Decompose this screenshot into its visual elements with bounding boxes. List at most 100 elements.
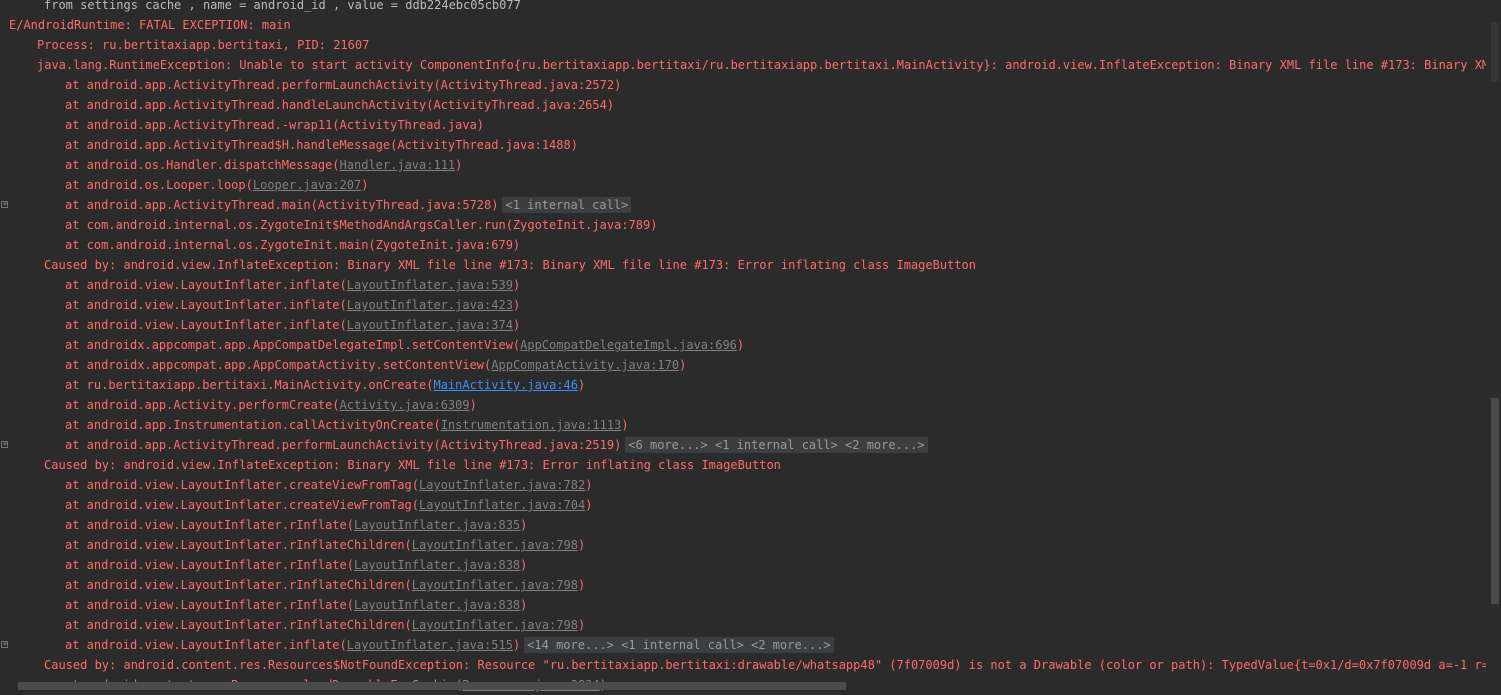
log-text: at com.android.internal.os.ZygoteInit.ma… — [65, 238, 521, 252]
log-text: at android.app.ActivityThread.main(Activ… — [65, 198, 499, 212]
expand-icon[interactable]: + — [1, 641, 8, 648]
horizontal-scrollbar-thumb[interactable] — [18, 682, 846, 690]
source-link[interactable]: AppCompatActivity.java:170 — [491, 358, 679, 372]
folded-frames-badge[interactable]: <14 more...> <1 internal call> <2 more..… — [524, 637, 834, 653]
log-text: at ru.bertitaxiapp.bertitaxi.MainActivit… — [65, 378, 434, 392]
log-line: java.lang.RuntimeException: Unable to st… — [0, 55, 1486, 75]
log-line-text: at android.view.LayoutInflater.inflate(L… — [65, 635, 834, 655]
source-link[interactable]: Handler.java:111 — [340, 158, 456, 172]
log-line: at android.app.Activity.performCreate(Ac… — [0, 395, 1486, 415]
log-text: ) — [361, 178, 369, 192]
log-text: at android.view.LayoutInflater.inflate( — [65, 278, 347, 292]
source-link[interactable]: LayoutInflater.java:374 — [347, 318, 513, 332]
log-line: at android.os.Handler.dispatchMessage(Ha… — [0, 155, 1486, 175]
log-text: at android.app.ActivityThread.performLau… — [65, 438, 622, 452]
log-text: E/AndroidRuntime: FATAL EXCEPTION: main — [9, 18, 291, 32]
source-link[interactable]: LayoutInflater.java:704 — [419, 498, 585, 512]
source-link[interactable]: LayoutInflater.java:798 — [412, 538, 578, 552]
log-line-text: at com.android.internal.os.ZygoteInit$Me… — [65, 215, 657, 235]
vertical-scrollbar-thumb[interactable] — [1491, 398, 1499, 604]
source-link[interactable]: MainActivity.java:46 — [433, 378, 578, 392]
log-text: at android.app.ActivityThread.performLau… — [65, 78, 622, 92]
log-line: at android.view.LayoutInflater.inflate(L… — [0, 275, 1486, 295]
log-line: at android.view.LayoutInflater.inflate(L… — [0, 295, 1486, 315]
log-line: at android.app.ActivityThread.-wrap11(Ac… — [0, 115, 1486, 135]
log-line-text: at android.view.LayoutInflater.createVie… — [65, 475, 592, 495]
log-text: at android.view.LayoutInflater.createVie… — [65, 478, 420, 492]
log-line: at android.view.LayoutInflater.createVie… — [0, 475, 1486, 495]
source-link[interactable]: LayoutInflater.java:515 — [347, 638, 513, 652]
log-line-text: Caused by: android.content.res.Resources… — [44, 655, 1486, 675]
source-link[interactable]: LayoutInflater.java:782 — [419, 478, 585, 492]
source-link[interactable]: LayoutInflater.java:539 — [347, 278, 513, 292]
folded-frames-badge[interactable]: <6 more...> <1 internal call> <2 more...… — [625, 437, 928, 453]
log-line-text: at com.android.internal.os.ZygoteInit.ma… — [65, 235, 520, 255]
log-line: at ru.bertitaxiapp.bertitaxi.MainActivit… — [0, 375, 1486, 395]
log-line-text: at android.view.LayoutInflater.rInflateC… — [65, 615, 585, 635]
logcat-console[interactable]: from settings cache , name = android_id … — [0, 0, 1486, 695]
log-text: at android.app.ActivityThread.handleLaun… — [65, 98, 615, 112]
log-line: at androidx.appcompat.app.AppCompatDeleg… — [0, 335, 1486, 355]
log-text: ) — [585, 478, 593, 492]
source-link[interactable]: AppCompatDelegateImpl.java:696 — [520, 338, 737, 352]
source-link[interactable]: LayoutInflater.java:798 — [412, 578, 578, 592]
log-text: at android.view.LayoutInflater.inflate( — [65, 638, 347, 652]
log-line-text: Process: ru.bertitaxiapp.bertitaxi, PID:… — [37, 35, 369, 55]
log-text: ) — [520, 558, 528, 572]
log-text: ) — [520, 518, 528, 532]
log-text: from settings cache , name = android_id … — [44, 0, 521, 12]
log-text: ) — [577, 618, 586, 632]
log-line-text: at android.app.ActivityThread.main(Activ… — [65, 195, 632, 215]
log-line: at android.app.ActivityThread.handleLaun… — [0, 95, 1486, 115]
log-text: at android.view.LayoutInflater.rInflate( — [65, 598, 354, 612]
source-link[interactable]: Instrumentation.java:1113 — [441, 418, 622, 432]
log-text: at android.view.LayoutInflater.rInflate( — [65, 518, 354, 532]
log-text: at android.os.Handler.dispatchMessage( — [65, 158, 340, 172]
log-line: at android.app.Instrumentation.callActiv… — [0, 415, 1486, 435]
log-text: at android.view.LayoutInflater.inflate( — [65, 318, 347, 332]
log-line: Caused by: android.view.InflateException… — [0, 455, 1486, 475]
log-line: at android.app.ActivityThread.performLau… — [0, 75, 1486, 95]
source-link[interactable]: LayoutInflater.java:835 — [354, 518, 520, 532]
expand-icon[interactable]: + — [1, 441, 8, 448]
source-link[interactable]: LayoutInflater.java:423 — [347, 298, 513, 312]
log-line: Process: ru.bertitaxiapp.bertitaxi, PID:… — [0, 35, 1486, 55]
folded-frames-badge[interactable]: <1 internal call> — [502, 197, 632, 213]
log-line: at com.android.internal.os.ZygoteInit$Me… — [0, 215, 1486, 235]
expand-icon[interactable]: + — [1, 201, 8, 208]
log-line-text: at android.view.LayoutInflater.createVie… — [65, 495, 592, 515]
vertical-scrollbar[interactable] — [1486, 0, 1501, 690]
log-text: ) — [679, 358, 687, 372]
log-text: ) — [469, 398, 477, 412]
source-link[interactable]: Looper.java:207 — [253, 178, 361, 192]
log-line: at android.os.Looper.loop(Looper.java:20… — [0, 175, 1486, 195]
source-link[interactable]: LayoutInflater.java:798 — [412, 618, 578, 632]
log-line-text: at android.view.LayoutInflater.inflate(L… — [65, 295, 520, 315]
log-line: at android.app.ActivityThread$H.handleMe… — [0, 135, 1486, 155]
log-text: ) — [455, 158, 463, 172]
log-line: at android.view.LayoutInflater.rInflate(… — [0, 555, 1486, 575]
log-text: ) — [577, 538, 586, 552]
log-line-text: at android.app.Activity.performCreate(Ac… — [65, 395, 477, 415]
log-line-text: at android.view.LayoutInflater.rInflate(… — [65, 555, 527, 575]
log-line-text: at android.view.LayoutInflater.inflate(L… — [65, 275, 520, 295]
log-line-text: java.lang.RuntimeException: Unable to st… — [37, 55, 1486, 75]
log-line-text: at android.app.ActivityThread.-wrap11(Ac… — [65, 115, 484, 135]
log-text: at android.app.Instrumentation.callActiv… — [65, 418, 441, 432]
source-link[interactable]: LayoutInflater.java:838 — [354, 598, 520, 612]
log-text: at android.view.LayoutInflater.rInflateC… — [65, 538, 412, 552]
log-text: at android.app.Activity.performCreate( — [65, 398, 340, 412]
log-line-text: at ru.bertitaxiapp.bertitaxi.MainActivit… — [65, 375, 585, 395]
log-text: Caused by: android.content.res.Resources… — [44, 658, 1486, 672]
log-line-text: at android.app.ActivityThread.handleLaun… — [65, 95, 614, 115]
log-line: + at android.view.LayoutInflater.inflate(… — [0, 635, 1486, 655]
scrollbar-marker — [1491, 22, 1499, 82]
log-text: Process: ru.bertitaxiapp.bertitaxi, PID:… — [37, 38, 370, 52]
log-line-text: at android.view.LayoutInflater.rInflateC… — [65, 535, 585, 555]
log-text: ) — [585, 498, 593, 512]
source-link[interactable]: LayoutInflater.java:838 — [354, 558, 520, 572]
source-link[interactable]: Activity.java:6309 — [340, 398, 470, 412]
log-text: ) — [520, 598, 528, 612]
log-line: at android.view.LayoutInflater.createVie… — [0, 495, 1486, 515]
log-line-text: at android.app.Instrumentation.callActiv… — [65, 415, 629, 435]
